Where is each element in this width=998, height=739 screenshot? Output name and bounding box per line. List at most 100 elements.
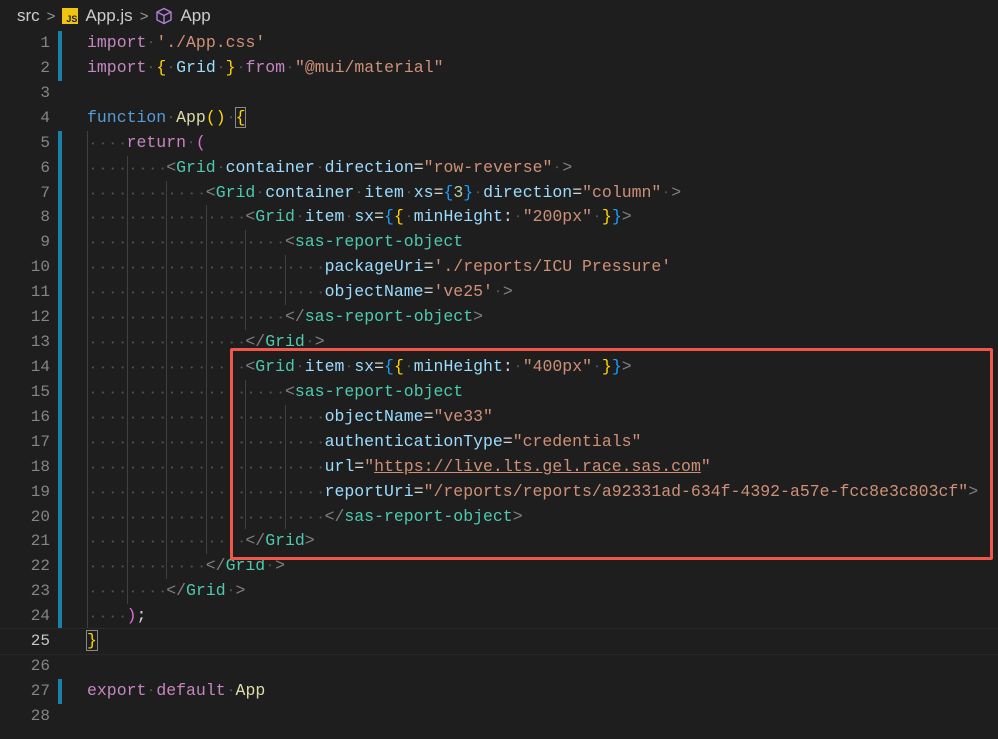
whitespace bbox=[344, 207, 355, 227]
code-line[interactable]: 8 <Grid item sx={{ minHeight: "200px" }}> bbox=[0, 205, 998, 231]
indent-guide bbox=[284, 255, 325, 281]
code-editor[interactable]: 1 import './App.css' 2 import { Grid } from… bbox=[0, 31, 998, 729]
code-token[interactable]: https://live.lts.gel.race.sas.com bbox=[374, 457, 701, 476]
code-text: <sas-report-object bbox=[87, 230, 463, 256]
code-line[interactable]: 5 return ( bbox=[0, 130, 998, 156]
code-line[interactable]: 25} bbox=[0, 628, 998, 656]
code-line[interactable]: 26 bbox=[0, 654, 998, 679]
whitespace bbox=[512, 207, 523, 227]
code-text: ); bbox=[87, 604, 146, 630]
code-token: objectName bbox=[324, 406, 424, 426]
code-line[interactable]: 22 </Grid > bbox=[0, 554, 998, 580]
code-token: sas-report-object bbox=[344, 506, 513, 526]
code-line[interactable]: 9 <sas-report-object bbox=[0, 230, 998, 256]
git-change-marker[interactable] bbox=[58, 205, 62, 231]
code-token: </ bbox=[284, 307, 305, 327]
indent-guide bbox=[87, 454, 127, 480]
code-line[interactable]: 6 <Grid container direction="row-reverse"… bbox=[0, 155, 998, 181]
indent-guide bbox=[166, 504, 206, 530]
code-line[interactable]: 10 packageUri='./reports/ICU Pressure' bbox=[0, 255, 998, 281]
indent-guide bbox=[245, 305, 285, 331]
code-line[interactable]: 28 bbox=[0, 704, 998, 729]
code-token: direction bbox=[324, 157, 414, 177]
git-change-marker[interactable] bbox=[58, 31, 62, 56]
indent-guide bbox=[87, 330, 127, 355]
indent-guide bbox=[87, 529, 127, 555]
code-line[interactable]: 15 <sas-report-object bbox=[0, 379, 998, 405]
git-change-marker[interactable] bbox=[58, 55, 62, 81]
git-change-marker[interactable] bbox=[58, 330, 62, 355]
git-change-marker[interactable] bbox=[58, 379, 62, 405]
git-change-marker[interactable] bbox=[58, 604, 62, 630]
code-line[interactable]: 20 </sas-report-object> bbox=[0, 504, 998, 530]
git-change-marker[interactable] bbox=[58, 504, 62, 530]
git-change-marker[interactable] bbox=[58, 404, 62, 430]
code-line[interactable]: 23 </Grid > bbox=[0, 579, 998, 605]
indent-guide bbox=[87, 354, 127, 380]
git-change-marker[interactable] bbox=[58, 155, 62, 181]
git-change-marker[interactable] bbox=[58, 678, 62, 704]
indent-guide bbox=[284, 280, 325, 306]
code-token: "credentials" bbox=[512, 431, 642, 451]
code-line[interactable]: 13 </Grid > bbox=[0, 330, 998, 355]
whitespace bbox=[166, 57, 177, 77]
breadcrumb-folder[interactable]: src bbox=[17, 6, 40, 26]
indent-guide bbox=[87, 554, 127, 580]
git-change-marker[interactable] bbox=[58, 354, 62, 380]
code-line[interactable]: 12 </sas-report-object> bbox=[0, 305, 998, 331]
code-token: " bbox=[700, 456, 711, 476]
git-change-marker[interactable] bbox=[58, 305, 62, 331]
code-text: import './App.css' bbox=[87, 31, 265, 56]
git-change-marker[interactable] bbox=[58, 255, 62, 281]
git-change-marker[interactable] bbox=[58, 230, 62, 256]
code-line[interactable]: 27 export default App bbox=[0, 678, 998, 704]
code-line[interactable]: 11 objectName='ve25' > bbox=[0, 280, 998, 306]
git-change-marker[interactable] bbox=[58, 429, 62, 455]
line-number: 14 bbox=[30, 357, 50, 376]
git-change-marker[interactable] bbox=[58, 280, 62, 306]
whitespace bbox=[294, 207, 305, 227]
indent-guide bbox=[126, 454, 167, 480]
code-line[interactable]: 4 function App() { bbox=[0, 106, 998, 131]
code-line[interactable]: 24); bbox=[0, 604, 998, 630]
git-change-marker[interactable] bbox=[58, 479, 62, 505]
code-token: = bbox=[374, 207, 385, 227]
git-change-marker[interactable] bbox=[58, 579, 62, 605]
line-number: 13 bbox=[30, 333, 50, 352]
code-line[interactable]: 18 url="https://live.lts.gel.race.sas.com… bbox=[0, 454, 998, 480]
git-change-marker[interactable] bbox=[58, 454, 62, 480]
indent-guide bbox=[284, 504, 325, 530]
indent-guide bbox=[245, 280, 285, 306]
code-line[interactable]: 2 import { Grid } from "@mui/material" bbox=[0, 55, 998, 81]
breadcrumb-symbol[interactable]: App bbox=[180, 6, 210, 26]
git-change-marker[interactable] bbox=[58, 180, 62, 206]
code-line[interactable]: 19 reportUri="/reports/reports/a92331ad-6… bbox=[0, 479, 998, 505]
code-token: > bbox=[621, 207, 632, 227]
code-line[interactable]: 14 <Grid item sx={{ minHeight: "400px" }}… bbox=[0, 354, 998, 380]
code-token: return bbox=[126, 132, 187, 152]
code-token: Grid bbox=[265, 531, 305, 551]
code-line[interactable]: 21 </Grid> bbox=[0, 529, 998, 555]
code-token: item bbox=[304, 207, 345, 227]
code-line[interactable]: 1 import './App.css' bbox=[0, 31, 998, 56]
code-line[interactable]: 3 bbox=[0, 81, 998, 106]
code-token: Grid bbox=[225, 556, 266, 576]
whitespace bbox=[186, 132, 196, 152]
indent-guide bbox=[87, 205, 127, 231]
whitespace bbox=[403, 182, 414, 202]
git-change-marker[interactable] bbox=[58, 529, 62, 555]
breadcrumb-file[interactable]: App.js bbox=[85, 6, 132, 26]
line-number: 21 bbox=[30, 532, 50, 551]
whitespace bbox=[294, 356, 305, 376]
code-token: = bbox=[502, 431, 513, 451]
line-number: 5 bbox=[40, 133, 50, 152]
code-line[interactable]: 17 authenticationType="credentials" bbox=[0, 429, 998, 455]
code-token: item bbox=[304, 356, 345, 376]
code-line[interactable]: 16 objectName="ve33" bbox=[0, 404, 998, 430]
git-change-marker[interactable] bbox=[58, 130, 62, 156]
code-line[interactable]: 7 <Grid container item xs={3} direction="… bbox=[0, 180, 998, 206]
code-token: { bbox=[156, 57, 167, 77]
git-change-marker[interactable] bbox=[58, 554, 62, 580]
whitespace bbox=[661, 182, 672, 202]
code-token: } bbox=[463, 182, 474, 202]
